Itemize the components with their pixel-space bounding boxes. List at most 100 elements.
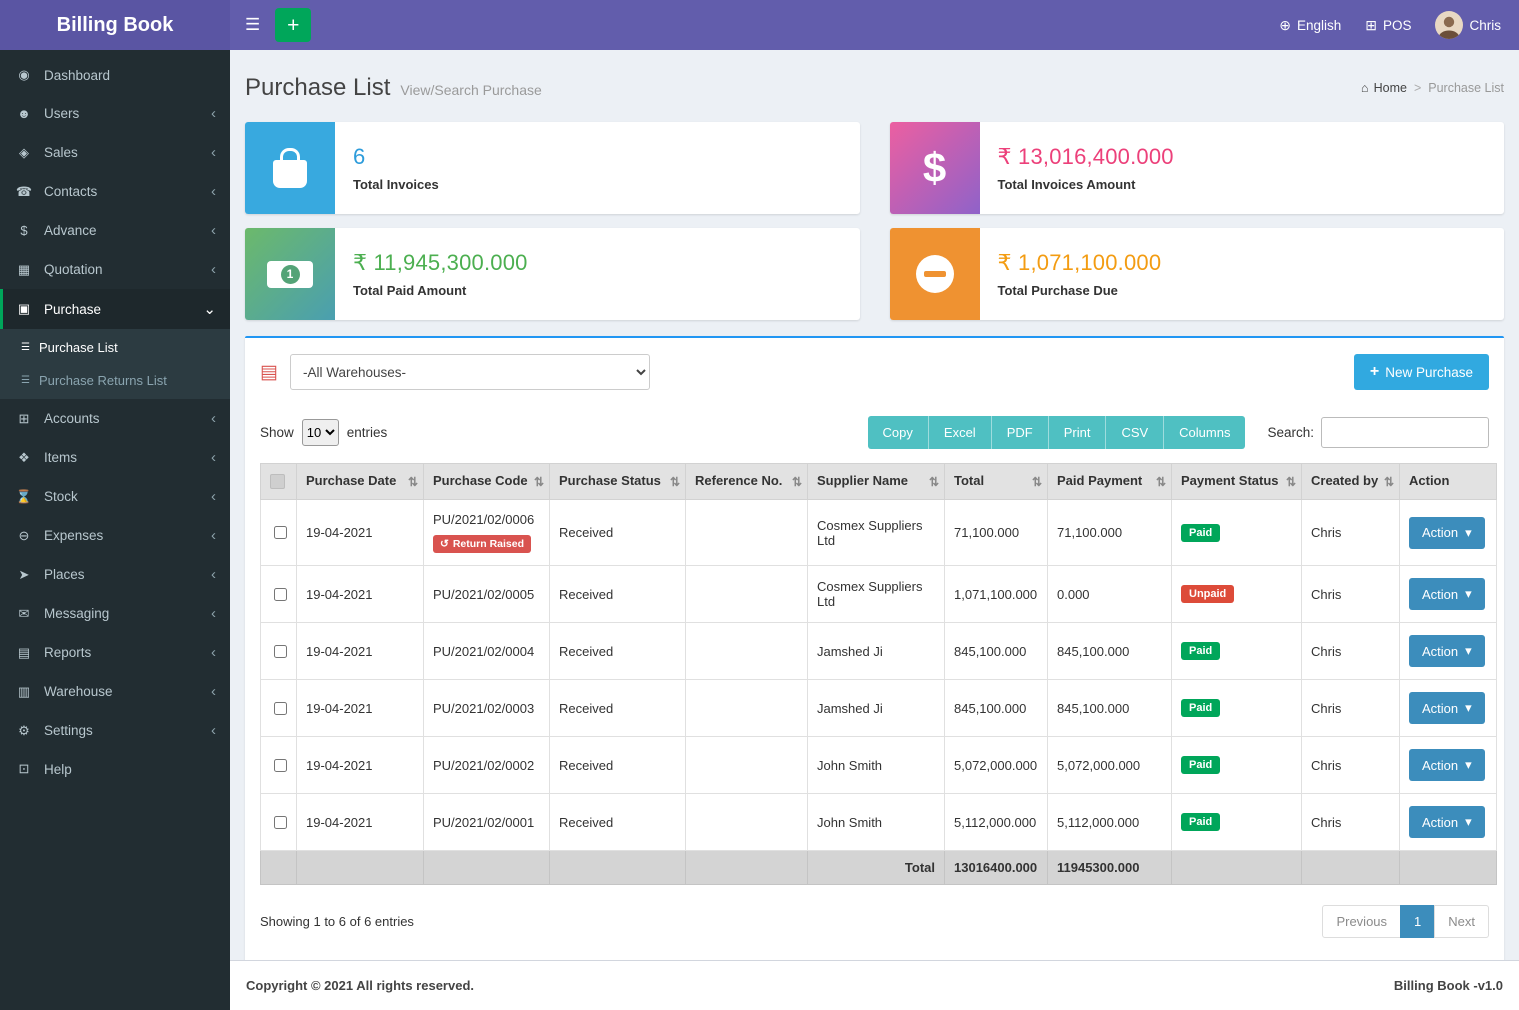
warehouse-select[interactable]: -All Warehouses- bbox=[290, 354, 650, 390]
action-button[interactable]: Action ▾ bbox=[1409, 635, 1485, 667]
row-checkbox[interactable] bbox=[274, 526, 287, 539]
row-checkbox[interactable] bbox=[274, 645, 287, 658]
reference-no-cell bbox=[686, 737, 808, 794]
payment-status-badge: Unpaid bbox=[1181, 585, 1234, 603]
envelope-icon: ✉ bbox=[15, 606, 33, 622]
export-button[interactable]: Copy bbox=[868, 416, 929, 449]
reference-no-cell bbox=[686, 566, 808, 623]
hourglass-icon: ⌛ bbox=[15, 489, 33, 505]
supplier-name-cell: Jamshed Ji bbox=[808, 680, 945, 737]
action-button[interactable]: Action ▾ bbox=[1409, 749, 1485, 781]
purchase-code-cell: PU/2021/02/0003 bbox=[424, 680, 550, 737]
entries-per-page-select[interactable]: 10 bbox=[302, 419, 339, 446]
action-cell: Action ▾ bbox=[1400, 737, 1497, 794]
row-checkbox[interactable] bbox=[274, 588, 287, 601]
export-button-group: Copy Excel PDF Print CSV Columns bbox=[868, 416, 1246, 449]
header-payment-status[interactable]: Payment Status⇅ bbox=[1172, 464, 1302, 500]
pos-button[interactable]: ⊞ POS bbox=[1365, 17, 1411, 34]
table-total-row: Total 13016400.000 11945300.000 bbox=[261, 851, 1497, 885]
sidebar-item-messaging[interactable]: ✉ Messaging ‹ bbox=[0, 594, 230, 633]
payment-status-cell: Paid bbox=[1172, 500, 1302, 566]
action-cell: Action ▾ bbox=[1400, 680, 1497, 737]
sidebar-item-settings[interactable]: ⚙ Settings ‹ bbox=[0, 711, 230, 750]
sort-icon[interactable]: ⇅ bbox=[534, 475, 544, 489]
search-input[interactable] bbox=[1321, 417, 1489, 448]
menu-toggle-icon[interactable]: ☰ bbox=[230, 15, 275, 35]
sort-icon[interactable]: ⇅ bbox=[408, 475, 418, 489]
sidebar-item-reports[interactable]: ▤ Reports ‹ bbox=[0, 633, 230, 672]
export-button[interactable]: PDF bbox=[992, 416, 1049, 449]
caret-down-icon: ▾ bbox=[1465, 757, 1472, 773]
select-all-checkbox[interactable] bbox=[270, 474, 285, 489]
sidebar-item-accounts[interactable]: ⊞ Accounts ‹ bbox=[0, 399, 230, 438]
sidebar-item-warehouse[interactable]: ▥ Warehouse ‹ bbox=[0, 672, 230, 711]
export-button[interactable]: Excel bbox=[929, 416, 992, 449]
action-button[interactable]: Action ▾ bbox=[1409, 517, 1485, 549]
sidebar-item-places[interactable]: ➤ Places ‹ bbox=[0, 555, 230, 594]
chevron-down-icon: ⌄ bbox=[203, 300, 216, 318]
header-purchase-status[interactable]: Purchase Status⇅ bbox=[550, 464, 686, 500]
home-icon: ⌂ bbox=[1361, 81, 1369, 95]
breadcrumb-home[interactable]: ⌂ Home bbox=[1361, 81, 1407, 95]
header-reference-no[interactable]: Reference No.⇅ bbox=[686, 464, 808, 500]
sidebar-item-advance[interactable]: $ Advance ‹ bbox=[0, 211, 230, 250]
warehouse-book-icon: ▤ bbox=[260, 361, 278, 384]
total-row-total: 13016400.000 bbox=[945, 851, 1048, 885]
sort-icon[interactable]: ⇅ bbox=[1156, 475, 1166, 489]
sidebar-item-purchase[interactable]: ▣ Purchase ⌄ bbox=[0, 289, 230, 329]
sidebar-item-contacts[interactable]: ☎ Contacts ‹ bbox=[0, 172, 230, 211]
header-purchase-date[interactable]: Purchase Date⇅ bbox=[297, 464, 424, 500]
sidebar-item-sales[interactable]: ◈ Sales ‹ bbox=[0, 133, 230, 172]
language-menu[interactable]: ⊕ English bbox=[1279, 17, 1341, 34]
sidebar-item-items[interactable]: ❖ Items ‹ bbox=[0, 438, 230, 477]
sidebar-item-purchase-list[interactable]: ☰ Purchase List bbox=[0, 331, 230, 364]
action-button[interactable]: Action ▾ bbox=[1409, 578, 1485, 610]
sidebar-item-users[interactable]: ☻ Users ‹ bbox=[0, 94, 230, 133]
previous-page-button[interactable]: Previous bbox=[1322, 905, 1401, 938]
export-button[interactable]: Columns bbox=[1164, 416, 1245, 449]
header-supplier-name[interactable]: Supplier Name⇅ bbox=[808, 464, 945, 500]
purchase-code-cell: PU/2021/02/0001 bbox=[424, 794, 550, 851]
chevron-left-icon: ‹ bbox=[211, 261, 216, 278]
payment-status-cell: Paid bbox=[1172, 680, 1302, 737]
reference-no-cell bbox=[686, 680, 808, 737]
page-1-button[interactable]: 1 bbox=[1400, 905, 1435, 938]
header-created-by[interactable]: Created by⇅ bbox=[1302, 464, 1400, 500]
payment-status-badge: Paid bbox=[1181, 699, 1220, 717]
action-button[interactable]: Action ▾ bbox=[1409, 806, 1485, 838]
chevron-left-icon: ‹ bbox=[211, 105, 216, 122]
sidebar-item-quotation[interactable]: ▦ Quotation ‹ bbox=[0, 250, 230, 289]
new-purchase-button[interactable]: + New Purchase bbox=[1354, 354, 1489, 390]
sort-icon[interactable]: ⇅ bbox=[1032, 475, 1042, 489]
supplier-name-cell: Cosmex Suppliers Ltd bbox=[808, 566, 945, 623]
sidebar-item-expenses[interactable]: ⊖ Expenses ‹ bbox=[0, 516, 230, 555]
user-menu[interactable]: Chris bbox=[1435, 11, 1501, 39]
row-checkbox[interactable] bbox=[274, 759, 287, 772]
header-purchase-code[interactable]: Purchase Code⇅ bbox=[424, 464, 550, 500]
row-checkbox[interactable] bbox=[274, 702, 287, 715]
sort-icon[interactable]: ⇅ bbox=[1384, 475, 1394, 489]
sort-icon[interactable]: ⇅ bbox=[792, 475, 802, 489]
export-button[interactable]: Print bbox=[1049, 416, 1107, 449]
sidebar-item-dashboard[interactable]: ◉ Dashboard bbox=[0, 56, 230, 94]
sort-icon[interactable]: ⇅ bbox=[1286, 475, 1296, 489]
sort-icon[interactable]: ⇅ bbox=[929, 475, 939, 489]
stat-cards: 6 Total Invoices $ ₹ 13,016,400.000 Tota… bbox=[245, 122, 1504, 320]
quick-add-button[interactable]: + bbox=[275, 8, 311, 42]
header-total[interactable]: Total⇅ bbox=[945, 464, 1048, 500]
row-checkbox[interactable] bbox=[274, 816, 287, 829]
header-paid-payment[interactable]: Paid Payment⇅ bbox=[1048, 464, 1172, 500]
purchase-status-cell: Received bbox=[550, 623, 686, 680]
next-page-button[interactable]: Next bbox=[1434, 905, 1489, 938]
contacts-icon: ☎ bbox=[15, 184, 33, 200]
sidebar-item-purchase-returns-list[interactable]: ☰ Purchase Returns List bbox=[0, 364, 230, 397]
purchase-date-cell: 19-04-2021 bbox=[297, 680, 424, 737]
app-logo[interactable]: Billing Book bbox=[0, 0, 230, 50]
sidebar-item-help[interactable]: ⊡ Help bbox=[0, 750, 230, 788]
action-button[interactable]: Action ▾ bbox=[1409, 692, 1485, 724]
accounts-icon: ⊞ bbox=[15, 411, 33, 427]
sort-icon[interactable]: ⇅ bbox=[670, 475, 680, 489]
action-cell: Action ▾ bbox=[1400, 623, 1497, 680]
sidebar-item-stock[interactable]: ⌛ Stock ‹ bbox=[0, 477, 230, 516]
export-button[interactable]: CSV bbox=[1106, 416, 1164, 449]
